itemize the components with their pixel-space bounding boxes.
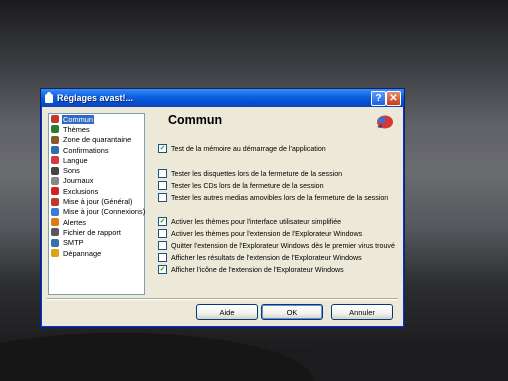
panel-title: Commun (168, 113, 223, 127)
sidebar-item-label: Thèmes (63, 124, 90, 134)
report-icon (51, 228, 59, 237)
sidebar-item-label: Zone de quarantaine (63, 135, 132, 145)
repair-icon (51, 249, 59, 257)
option-checkbox[interactable] (158, 193, 167, 202)
sidebar-item-label: Mise à jour (Général) (63, 197, 133, 207)
option-row[interactable]: ✓ Activer les thèmes pour l'interface uti… (158, 217, 341, 226)
speaker-icon (51, 166, 59, 175)
option-row[interactable]: Tester les autres medias amovibles lors … (158, 193, 388, 202)
sidebar-item[interactable]: Mise à jour (Connexions) (49, 207, 146, 217)
avast-logo-icon (377, 115, 393, 129)
category-list[interactable]: Commun Thèmes Zone de quarantaine Confirmat… (48, 113, 145, 295)
sidebar-item-label: Fichier de rapport (63, 227, 121, 237)
option-checkbox[interactable] (158, 229, 167, 238)
sidebar-item[interactable]: Fichier de rapport (49, 227, 144, 237)
option-row[interactable]: ✓ Afficher l'icône de l'extension de l'Ex… (158, 265, 344, 274)
option-row[interactable]: Tester les disquettes lors de la fermetu… (158, 169, 342, 178)
connection-icon (51, 207, 59, 216)
sidebar-item-label: Commun (62, 114, 94, 124)
app-icon (45, 91, 53, 103)
sidebar-item[interactable]: Journaux (49, 176, 144, 186)
close-button[interactable]: ✕ (386, 91, 401, 106)
sidebar-item-label: SMTP (63, 238, 84, 248)
option-row[interactable]: Quitter l'extension de l'Explorateur Win… (158, 241, 395, 250)
chest-icon (51, 135, 59, 144)
sidebar-item[interactable]: Zone de quarantaine (49, 135, 144, 145)
update-icon (51, 197, 59, 206)
sidebar-item[interactable]: Dépannage (49, 248, 144, 258)
option-label: Activer les thèmes pour l'interface util… (171, 217, 342, 226)
option-label: Activer les thèmes pour l'extension de l… (171, 229, 363, 238)
window-title: Réglages avast!... (57, 93, 134, 103)
button-divider (47, 298, 398, 300)
option-checkbox[interactable]: ✓ (158, 265, 167, 274)
log-icon (51, 176, 59, 185)
sidebar-item[interactable]: Confirmations (49, 145, 144, 155)
option-checkbox[interactable] (158, 241, 167, 250)
option-label: Afficher l'icône de l'extension de l'Exp… (171, 265, 344, 274)
flag-icon (51, 156, 59, 165)
help-title-button[interactable]: ? (371, 91, 386, 106)
option-checkbox[interactable]: ✓ (158, 217, 167, 226)
option-row[interactable]: Afficher les résultats de l'extension de… (158, 253, 362, 262)
palette-icon (51, 125, 59, 134)
exclusion-icon (51, 187, 59, 196)
confirm-icon (51, 146, 59, 155)
sidebar-item-label: Sons (63, 166, 80, 176)
option-label: Test de la mémoire au démarrage de l'app… (171, 144, 326, 153)
option-label: Afficher les résultats de l'extension de… (171, 253, 362, 262)
ok-button[interactable]: OK (261, 304, 323, 320)
option-row[interactable]: ✓ Test de la mémoire au démarrage de l'ap… (158, 144, 326, 153)
alert-icon (51, 218, 59, 227)
sidebar-item[interactable]: Thèmes (49, 124, 144, 134)
option-checkbox[interactable] (158, 253, 167, 262)
sidebar-item-label: Langue (63, 155, 88, 165)
mail-icon (51, 238, 59, 247)
cancel-button[interactable]: Annuler (331, 304, 393, 320)
option-checkbox[interactable] (158, 181, 167, 190)
option-label: Tester les disquettes lors de la fermetu… (171, 169, 343, 178)
sidebar-item-label: Journaux (63, 176, 94, 186)
option-row[interactable]: Activer les thèmes pour l'extension de l… (158, 229, 362, 238)
option-label: Tester les CDs lors de la fermeture de l… (171, 181, 324, 190)
help-button[interactable]: Aide (196, 304, 258, 320)
sidebar-item[interactable]: SMTP (49, 238, 144, 248)
sidebar-item[interactable]: Exclusions (49, 186, 144, 196)
sidebar-item-label: Dépannage (63, 248, 102, 258)
option-checkbox[interactable]: ✓ (158, 144, 167, 153)
sidebar-item[interactable]: Alertes (49, 217, 144, 227)
sidebar-item-label: Exclusions (63, 186, 99, 196)
sidebar-item-label: Confirmations (63, 145, 109, 155)
sidebar-item[interactable]: Sons (49, 165, 144, 175)
settings-dialog: Réglages avast!... ? ✕ Commun Thèmes Zone … (40, 88, 405, 328)
option-label: Tester les autres medias amovibles lors … (171, 193, 389, 202)
sidebar-item[interactable]: Langue (49, 155, 144, 165)
option-label: Quitter l'extension de l'Explorateur Win… (171, 241, 395, 250)
sidebar-item-label: Alertes (63, 217, 87, 227)
sidebar-item[interactable]: Mise à jour (Général) (49, 196, 144, 206)
title-bar[interactable]: Réglages avast!... ? ✕ (41, 89, 404, 107)
heart-icon (51, 115, 59, 124)
sidebar-item-label: Mise à jour (Connexions) (63, 207, 146, 217)
sidebar-item[interactable]: Commun (49, 114, 144, 124)
option-checkbox[interactable] (158, 169, 167, 178)
option-row[interactable]: Tester les CDs lors de la fermeture de l… (158, 181, 324, 190)
